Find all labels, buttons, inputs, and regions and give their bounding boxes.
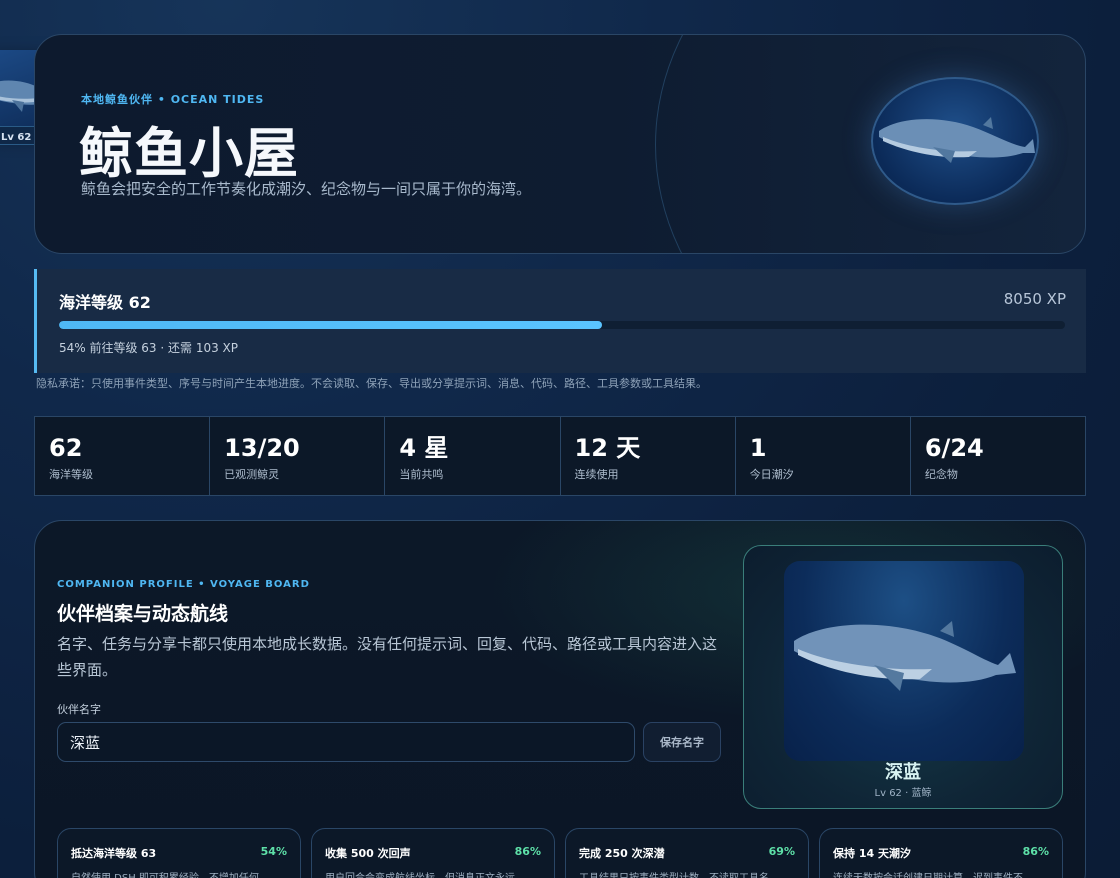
goal-card[interactable]: 完成 250 次深潜 69% 工具结果只按事件类型计数，不读取工具名 [565,828,809,878]
hero-whale-image [871,77,1039,205]
profile-eyebrow: COMPANION PROFILE • VOYAGE BOARD [57,579,310,590]
goal-description: 自然使用 DSH 即可积累经验，不增加任何 [71,869,287,878]
companion-level: Lv 62 · 蓝鲸 [874,788,932,799]
stat-value: 6/24 [924,434,984,462]
profile-title: 伙伴档案与动态航线 [57,603,229,625]
stats-row: 62 海洋等级 13/20 已观测鲸灵 4 星 当前共鸣 12 天 连续使用 1… [34,416,1086,496]
stat-resonance: 4 星 当前共鸣 [385,417,561,495]
stat-mementos: 6/24 纪念物 [911,417,1085,495]
privacy-note: 隐私承诺：只使用事件类型、序号与时间产生本地进度。不会读取、保存、导出或分享提示… [36,377,707,390]
hero-eyebrow: 本地鲸鱼伙伴 • OCEAN TIDES [81,93,265,106]
companion-whale-image [784,561,1024,761]
save-name-button[interactable]: 保存名字 [643,722,721,762]
goal-title: 完成 250 次深潜 [579,847,665,860]
hero-subtitle: 鲸鱼会把安全的工作节奏化成潮汐、纪念物与一间只属于你的海湾。 [81,180,532,198]
goal-card[interactable]: 抵达海洋等级 63 54% 自然使用 DSH 即可积累经验，不增加任何 [57,828,301,878]
whale-icon [879,117,1035,163]
goal-title: 保持 14 天潮汐 [833,847,911,860]
stat-label: 已观测鲸灵 [224,468,280,481]
whale-house-page: Lv 62 · 蓝鲸 本地鲸鱼伙伴 • OCEAN TIDES 鲸鱼小屋 鲸鱼会… [0,0,1120,878]
stat-label: 连续使用 [574,468,619,481]
stat-observed-whales: 13/20 已观测鲸灵 [210,417,386,495]
level-progress-bar [59,321,1065,329]
hero-banner: 本地鲸鱼伙伴 • OCEAN TIDES 鲸鱼小屋 鲸鱼会把安全的工作节奏化成潮… [34,34,1086,254]
level-xp: 8050 XP [1003,290,1066,308]
companion-card[interactable]: 深蓝 Lv 62 · 蓝鲸 [743,545,1063,809]
ocean-level-card: 海洋等级 62 8050 XP 54% 前往等级 63 · 还需 103 XP [34,269,1086,373]
goal-description: 工具结果只按事件类型计数，不读取工具名 [579,869,795,878]
level-progress-text: 54% 前往等级 63 · 还需 103 XP [59,341,239,355]
whale-icon [794,621,1016,691]
goal-card[interactable]: 保持 14 天潮汐 86% 连续天数按会话创建日期计算，迟到事件不 [819,828,1063,878]
goal-percent: 86% [1022,845,1049,858]
goal-title: 收集 500 次回声 [325,847,411,860]
stat-value: 62 [49,434,83,462]
stat-label: 今日潮汐 [749,468,794,481]
goals-row: 抵达海洋等级 63 54% 自然使用 DSH 即可积累经验，不增加任何 收集 5… [57,828,1063,878]
companion-name-label: 伙伴名字 [57,703,101,716]
stat-value: 12 天 [574,434,641,462]
page-title: 鲸鱼小屋 [79,122,299,185]
stat-value: 1 [749,434,767,462]
stat-streak: 12 天 连续使用 [561,417,736,495]
stat-value: 13/20 [224,434,300,462]
profile-description: 名字、任务与分享卡都只使用本地成长数据。没有任何提示词、回复、代码、路径或工具内… [57,635,718,679]
goal-description: 用户回合会变成航线坐标，但消息正文永远 [325,869,541,878]
goal-card[interactable]: 收集 500 次回声 86% 用户回合会变成航线坐标，但消息正文永远 [311,828,555,878]
companion-name-input[interactable] [57,722,635,762]
level-progress-fill [59,321,603,329]
stat-label: 纪念物 [924,468,958,481]
stat-value: 4 星 [399,434,449,462]
companion-name: 深蓝 [885,762,921,783]
goal-percent: 69% [768,845,795,858]
goal-title: 抵达海洋等级 63 [71,847,157,860]
stat-ocean-level: 62 海洋等级 [35,417,211,495]
companion-profile-section: COMPANION PROFILE • VOYAGE BOARD 伙伴档案与动态… [34,520,1086,878]
stat-label: 当前共鸣 [399,468,444,481]
goal-percent: 86% [514,845,541,858]
stat-today-tides: 1 今日潮汐 [736,417,911,495]
stat-label: 海洋等级 [49,468,93,481]
goal-percent: 54% [260,845,287,858]
level-title: 海洋等级 62 [59,293,151,312]
goal-description: 连续天数按会话创建日期计算，迟到事件不 [833,869,1049,878]
